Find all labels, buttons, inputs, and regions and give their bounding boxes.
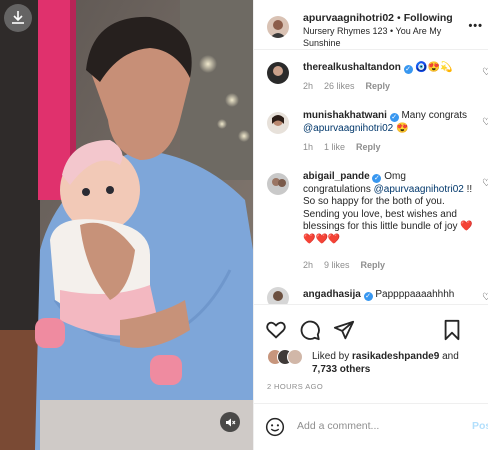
following-status[interactable]: Following bbox=[404, 12, 453, 24]
separator-dot: • bbox=[397, 12, 401, 24]
comment-item: angadhasija ✓ Pappppaaaahhhh ♡ bbox=[254, 285, 488, 304]
comment-icon[interactable] bbox=[299, 319, 321, 341]
post-header: apurvaagnihotri02 • Following Nursery Rhym… bbox=[254, 0, 488, 50]
comment-meta: 2h 26 likes Reply bbox=[303, 81, 401, 91]
comment-text: therealkushaltandon ✓ 🧿😍💫 bbox=[303, 62, 475, 75]
post-photo bbox=[0, 0, 253, 450]
comment-body: Pappppaaaahhhh bbox=[375, 289, 455, 300]
comment-text: abigail_pande ✓ Omg congratulations @apu… bbox=[303, 171, 475, 246]
comment-like-heart-icon[interactable]: ♡ bbox=[482, 117, 488, 128]
author-avatar[interactable] bbox=[267, 16, 289, 38]
verified-badge-icon: ✓ bbox=[363, 292, 373, 301]
comment-time: 2h bbox=[303, 81, 314, 91]
post-video[interactable] bbox=[0, 0, 253, 450]
commenter-avatar[interactable] bbox=[267, 173, 289, 195]
comment-meta: 1h 1 like Reply bbox=[303, 142, 392, 152]
more-options-button[interactable]: ••• bbox=[468, 20, 483, 32]
liked-by-and: and bbox=[442, 351, 459, 362]
more-icon: ••• bbox=[468, 20, 483, 32]
comment-item: abigail_pande ✓ Omg congratulations @apu… bbox=[254, 169, 488, 274]
reply-button[interactable]: Reply bbox=[366, 81, 391, 91]
commenter-avatar[interactable] bbox=[267, 112, 289, 134]
comment-body: Many congrats bbox=[401, 110, 468, 121]
comment-like-heart-icon[interactable]: ♡ bbox=[482, 178, 488, 189]
liker-avatar bbox=[287, 349, 303, 365]
emoji-icon[interactable] bbox=[265, 417, 285, 437]
share-icon[interactable] bbox=[333, 319, 355, 341]
mention-link[interactable]: @apurvaagnihotri02 bbox=[374, 184, 464, 195]
comments-list: therealkushaltandon ✓ 🧿😍💫 2h 26 likes Repl… bbox=[254, 51, 488, 304]
commenter-username[interactable]: munishakhatwani bbox=[303, 110, 387, 121]
reply-button[interactable]: Reply bbox=[356, 142, 381, 152]
post-timestamp[interactable]: 2 HOURS AGO bbox=[267, 382, 323, 391]
comment-time: 2h bbox=[303, 260, 314, 270]
bookmark-icon[interactable] bbox=[441, 319, 463, 341]
comment-meta: 2h 9 likes Reply bbox=[303, 260, 396, 270]
post-side-panel: apurvaagnihotri02 • Following Nursery Rhym… bbox=[253, 0, 488, 450]
heart-icon[interactable] bbox=[265, 319, 287, 341]
comment-item: therealkushaltandon ✓ 🧿😍💫 2h 26 likes Repl… bbox=[254, 58, 488, 98]
liker-avatars[interactable] bbox=[267, 349, 307, 365]
verified-badge-icon: ✓ bbox=[403, 65, 413, 74]
comment-text: munishakhatwani ✓ Many congrats @apurvaa… bbox=[303, 110, 475, 135]
mute-icon bbox=[225, 418, 235, 426]
instagram-post-view: apurvaagnihotri02 • Following Nursery Rhym… bbox=[0, 0, 488, 450]
author-username[interactable]: apurvaagnihotri02 bbox=[303, 12, 394, 24]
commenter-avatar[interactable] bbox=[267, 287, 289, 304]
comment-item: munishakhatwani ✓ Many congrats @apurvaa… bbox=[254, 108, 488, 158]
verified-badge-icon: ✓ bbox=[372, 174, 382, 183]
mute-button[interactable] bbox=[220, 412, 240, 432]
liked-by-user[interactable]: rasikadeshpande9 bbox=[352, 351, 439, 362]
comment-emoji: 😍 bbox=[396, 122, 409, 134]
audio-track[interactable]: Nursery Rhymes 123 • You Are My Sunshine bbox=[303, 25, 453, 49]
verified-badge-icon: ✓ bbox=[389, 113, 399, 122]
comment-likes[interactable]: 1 like bbox=[324, 142, 345, 152]
download-icon bbox=[12, 11, 24, 24]
liked-by-prefix: Liked by bbox=[312, 351, 350, 362]
commenter-username[interactable]: abigail_pande bbox=[303, 171, 370, 182]
comment-input[interactable] bbox=[297, 416, 447, 436]
add-comment-bar: Post bbox=[254, 403, 488, 450]
comment-likes[interactable]: 9 likes bbox=[324, 260, 350, 270]
commenter-avatar[interactable] bbox=[267, 62, 289, 84]
post-comment-button[interactable]: Post bbox=[472, 420, 488, 432]
post-actions bbox=[254, 304, 488, 344]
comment-like-heart-icon[interactable]: ♡ bbox=[482, 292, 488, 303]
likes-count[interactable]: 7,733 others bbox=[312, 364, 370, 375]
commenter-username[interactable]: angadhasija bbox=[303, 289, 361, 300]
comment-text: angadhasija ✓ Pappppaaaahhhh bbox=[303, 289, 475, 302]
download-button[interactable] bbox=[4, 4, 32, 32]
comment-likes[interactable]: 26 likes bbox=[324, 81, 355, 91]
liked-by-text: Liked by rasikadeshpande9 and 7,733 othe… bbox=[312, 350, 482, 376]
liked-by-section: Liked by rasikadeshpande9 and 7,733 othe… bbox=[254, 344, 488, 379]
mention-link[interactable]: @apurvaagnihotri02 bbox=[303, 123, 393, 134]
commenter-username[interactable]: therealkushaltandon bbox=[303, 62, 401, 73]
comment-like-heart-icon[interactable]: ♡ bbox=[482, 67, 488, 78]
post-author-line: apurvaagnihotri02 • Following bbox=[303, 12, 453, 24]
comment-body: 🧿😍💫 bbox=[415, 62, 453, 73]
reply-button[interactable]: Reply bbox=[361, 260, 386, 270]
comment-time: 1h bbox=[303, 142, 314, 152]
